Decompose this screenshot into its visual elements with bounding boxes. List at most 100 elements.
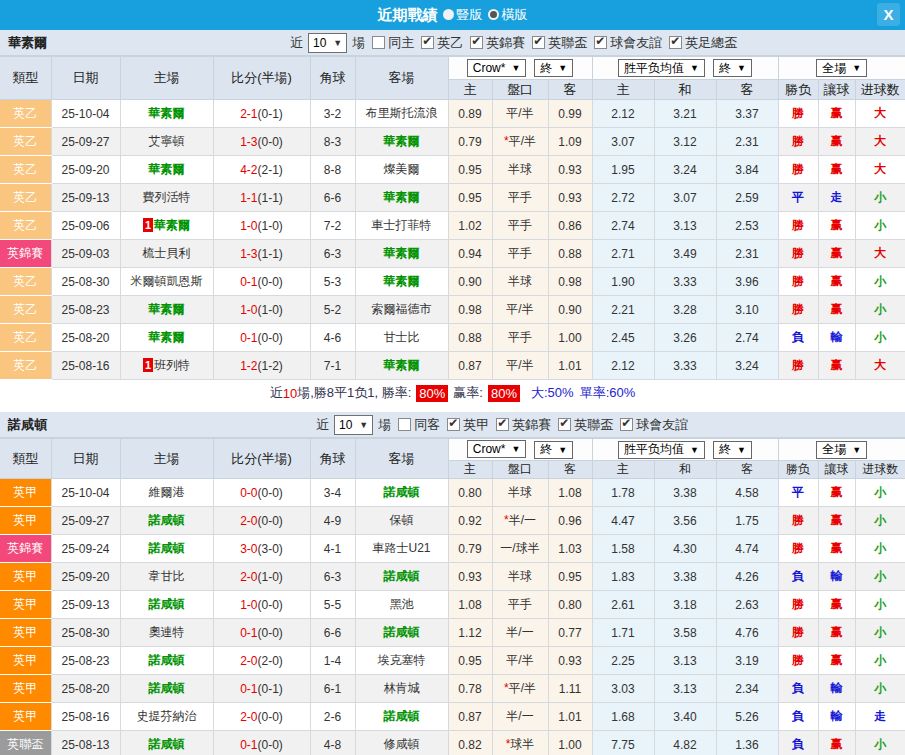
league-checkbox[interactable] [447, 418, 460, 431]
same-venue-checkbox[interactable] [372, 36, 385, 49]
avg-time-select[interactable]: 終▼ [713, 441, 752, 459]
away-team-name: 華素爾 [384, 246, 420, 260]
match-date: 25-09-24 [51, 535, 120, 563]
home-team: 梳士貝利 [120, 240, 213, 268]
match-count-select[interactable]: 10▼ [308, 33, 347, 53]
handicap-result: 赢 [818, 240, 855, 268]
avg-home: 2.72 [592, 184, 654, 212]
handicap: 一/球半 [492, 535, 548, 563]
league-checkbox[interactable] [620, 418, 633, 431]
odds-time-select[interactable]: 終▼ [534, 441, 573, 459]
league-checkbox[interactable] [470, 36, 483, 49]
home-odds: 1.02 [448, 212, 492, 240]
handicap-result: 輸 [818, 324, 855, 352]
odds-time-select[interactable]: 終▼ [534, 59, 573, 77]
layout-radio-horizontal[interactable]: 橫版 [488, 6, 528, 24]
away-odds: 1.09 [548, 128, 592, 156]
league-checkbox[interactable] [669, 36, 682, 49]
sub-column-header: 进球数 [855, 80, 905, 100]
home-team: 諾咸頓 [120, 591, 213, 619]
away-team-name: 華素爾 [384, 274, 420, 288]
league-checkbox[interactable] [558, 418, 571, 431]
goals-result: 小 [855, 184, 905, 212]
score: 0-1(0-0) [213, 731, 310, 755]
fulltime-score: 2-1 [240, 107, 257, 121]
match-row: 英甲25-08-16史提芬納治2-0(0-0)2-6諾咸頓0.87半/一1.01… [0, 703, 905, 731]
same-venue-checkbox[interactable] [398, 418, 411, 431]
away-odds: 0.99 [548, 100, 592, 128]
goals-result-value: 小 [874, 485, 886, 499]
odds-source-select[interactable]: Crow*▼ [467, 59, 527, 77]
handicap: 平手 [492, 212, 548, 240]
corner-score: 4-9 [310, 507, 355, 535]
avg-away: 5.26 [716, 703, 778, 731]
match-count-select[interactable]: 10▼ [334, 415, 373, 435]
scope-select[interactable]: 全場▼ [816, 441, 867, 459]
avg-away: 4.76 [716, 619, 778, 647]
summary-text: 近 [270, 384, 283, 402]
filter-controls: 近10▼場同主英乙英錦賽英聯盃球會友誼英足總盃 [290, 33, 737, 53]
away-odds: 0.96 [548, 507, 592, 535]
avg-draw: 3.33 [654, 268, 716, 296]
sub-column-header: 盤口 [492, 80, 548, 100]
home-odds: 0.79 [448, 535, 492, 563]
corner-score: 6-6 [310, 619, 355, 647]
league-checkbox[interactable] [496, 418, 509, 431]
type-badge: 英甲 [0, 591, 51, 619]
handicap-result-value: 赢 [831, 106, 843, 120]
select-value: Crow* [473, 442, 506, 456]
column-header-date: 日期 [51, 57, 120, 100]
halftime-score: (0-0) [258, 598, 283, 612]
match-date: 25-08-30 [51, 619, 120, 647]
handicap-value: 平手 [508, 330, 532, 344]
type-badge: 英甲 [0, 507, 51, 535]
odds-source-select[interactable]: Crow*▼ [467, 440, 527, 458]
halftime-score: (0-0) [258, 331, 283, 345]
scope-select[interactable]: 全場▼ [816, 59, 867, 77]
halftime-score: (1-0) [258, 219, 283, 233]
halftime-score: (0-1) [258, 682, 283, 696]
column-header-home: 主場 [120, 57, 213, 100]
match-date: 25-08-23 [51, 647, 120, 675]
type-badge: 英甲 [0, 703, 51, 731]
avg-draw: 3.26 [654, 324, 716, 352]
avg-away: 1.75 [716, 507, 778, 535]
avg-type-select[interactable]: 胜平负均值▼ [618, 441, 705, 459]
away-team: 埃克塞特 [355, 647, 448, 675]
type-badge: 英乙 [0, 184, 51, 212]
handicap-result: 赢 [818, 128, 855, 156]
avg-away: 3.24 [716, 352, 778, 380]
match-row: 英乙25-08-20華素爾0-1(0-0)4-6甘士比0.88平手1.002.4… [0, 324, 905, 352]
fulltime-score: 0-1 [240, 682, 257, 696]
handicap: 半球 [492, 563, 548, 591]
fulltime-score: 1-0 [240, 303, 257, 317]
league-checkbox[interactable] [594, 36, 607, 49]
away-team: 車士打菲特 [355, 212, 448, 240]
outcome-value: 勝 [792, 218, 804, 232]
avg-away: 1.36 [716, 731, 778, 755]
avg-time-select[interactable]: 終▼ [713, 59, 752, 77]
close-button[interactable]: X [877, 3, 900, 26]
score: 2-0(2-0) [213, 647, 310, 675]
avg-type-select[interactable]: 胜平负均值▼ [618, 59, 705, 77]
avg-away: 2.53 [716, 212, 778, 240]
near-label: 近 [316, 416, 329, 434]
avg-away: 2.74 [716, 324, 778, 352]
match-date: 25-08-16 [51, 352, 120, 380]
league-checkbox[interactable] [532, 36, 545, 49]
profit-rate-badge: 80% [488, 385, 520, 402]
league-checkbox[interactable] [421, 36, 434, 49]
goals-result: 小 [855, 619, 905, 647]
goals-result-value: 小 [874, 541, 886, 555]
summary-text: 赢率: [453, 384, 483, 402]
away-team-name: 甘士比 [384, 330, 420, 344]
home-team: 華素爾 [120, 156, 213, 184]
sub-column-header: 客 [548, 461, 592, 479]
corner-score: 5-3 [310, 268, 355, 296]
handicap-result-value: 輸 [831, 681, 843, 695]
layout-radio-vertical[interactable]: 豎版 [443, 6, 483, 24]
handicap-result-value: 赢 [831, 358, 843, 372]
away-team: 林肯城 [355, 675, 448, 703]
handicap-result-value: 赢 [831, 302, 843, 316]
goals-result: 大 [855, 156, 905, 184]
